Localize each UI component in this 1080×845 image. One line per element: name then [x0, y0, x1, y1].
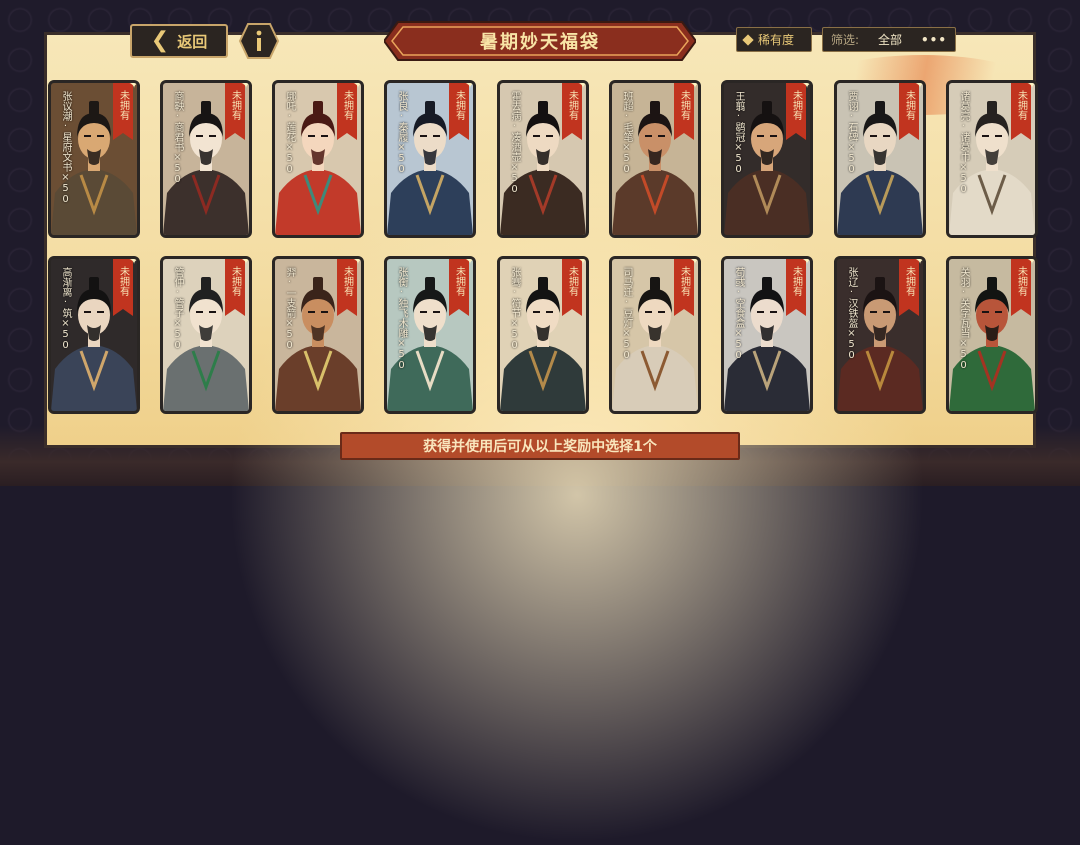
reward-card[interactable]: 张良·秦履×50 未拥有 ✦ — [384, 80, 476, 238]
reward-card[interactable]: 张衡·独飞木雕×50 未拥有 ✦ — [384, 256, 476, 414]
card-item-name: 管仲·管子×50 — [172, 267, 183, 351]
hint-text: 获得并使用后可从以上奖励中选择1个 — [423, 439, 657, 455]
reward-card[interactable]: 张骞·符节×50 未拥有 ✦ — [497, 256, 589, 414]
sparkle-icon: ✦ — [352, 80, 363, 91]
reward-card[interactable]: 司马迁·豆灯×50 未拥有 ✦ — [609, 256, 701, 414]
card-item-name: 张良·秦履×50 — [396, 91, 407, 175]
not-owned-label: 未拥有 — [566, 90, 578, 120]
not-owned-label: 未拥有 — [903, 266, 915, 296]
not-owned-label: 未拥有 — [453, 90, 465, 120]
card-item-name: 张骞·符节×50 — [509, 267, 520, 351]
not-owned-label: 未拥有 — [117, 266, 129, 296]
sparkle-icon: ✦ — [577, 80, 588, 91]
sparkle-icon: ✦ — [914, 80, 925, 91]
not-owned-label: 未拥有 — [229, 266, 241, 296]
reward-card[interactable]: 贾诩·石碑×50 未拥有 ✦ — [834, 80, 926, 238]
card-item-name: 张议潮·星府文书×50 — [60, 91, 71, 205]
reward-card[interactable]: 关羽·关字瓦当×50 未拥有 ✦ — [946, 256, 1038, 414]
sparkle-icon: ✦ — [464, 256, 475, 267]
reward-card[interactable]: 荀彧·空食盒×50 未拥有 ✦ — [721, 256, 813, 414]
sparkle-icon: ✦ — [240, 80, 251, 91]
not-owned-label: 未拥有 — [566, 266, 578, 296]
not-owned-label: 未拥有 — [453, 266, 465, 296]
card-item-name: 商鞅·商君书×50 — [172, 91, 183, 185]
reward-card[interactable]: 张议潮·星府文书×50 未拥有 ✦ — [48, 80, 140, 238]
card-grid: 张议潮·星府文书×50 未拥有 ✦ 商鞅·商君书×50 未拥有 ✦ 哪吒·莲花×50 未拥有 ✦… — [0, 0, 1080, 486]
card-item-name: 贾诩·石碑×50 — [846, 91, 857, 175]
reward-card[interactable]: 哪吒·莲花×50 未拥有 ✦ — [272, 80, 364, 238]
not-owned-label: 未拥有 — [903, 90, 915, 120]
not-owned-label: 未拥有 — [341, 266, 353, 296]
not-owned-label: 未拥有 — [341, 90, 353, 120]
sparkle-icon: ✦ — [1026, 256, 1037, 267]
not-owned-label: 未拥有 — [678, 266, 690, 296]
card-item-name: 班超·毛笔×50 — [621, 91, 632, 175]
sparkle-icon: ✦ — [240, 256, 251, 267]
card-item-name: 关羽·关字瓦当×50 — [958, 267, 969, 371]
card-item-name: 王翦·鹖冠×50 — [733, 91, 744, 175]
reward-card[interactable]: 霍去病·凑酒壶×50 未拥有 ✦ — [497, 80, 589, 238]
card-item-name: 司马迁·豆灯×50 — [621, 267, 632, 361]
reward-card[interactable]: 张辽·汉铁盔×50 未拥有 ✦ — [834, 256, 926, 414]
not-owned-label: 未拥有 — [790, 90, 802, 120]
sparkle-icon: ✦ — [128, 256, 139, 267]
card-item-name: 荀彧·空食盒×50 — [733, 267, 744, 361]
reward-card[interactable]: 班超·毛笔×50 未拥有 ✦ — [609, 80, 701, 238]
not-owned-label: 未拥有 — [790, 266, 802, 296]
card-item-name: 羿·一支箭×50 — [284, 267, 295, 351]
reward-card[interactable]: 诸葛亮·诸葛巾×50 未拥有 ✦ — [946, 80, 1038, 238]
reward-card[interactable]: 王翦·鹖冠×50 未拥有 ✦ — [721, 80, 813, 238]
not-owned-label: 未拥有 — [117, 90, 129, 120]
sparkle-icon: ✦ — [128, 80, 139, 91]
hint-bar: 获得并使用后可从以上奖励中选择1个 — [340, 432, 740, 460]
reward-card[interactable]: 商鞅·商君书×50 未拥有 ✦ — [160, 80, 252, 238]
sparkle-icon: ✦ — [689, 256, 700, 267]
not-owned-label: 未拥有 — [1015, 90, 1027, 120]
sparkle-icon: ✦ — [801, 80, 812, 91]
sparkle-icon: ✦ — [352, 256, 363, 267]
sparkle-icon: ✦ — [914, 256, 925, 267]
sparkle-icon: ✦ — [801, 256, 812, 267]
card-item-name: 张衡·独飞木雕×50 — [396, 267, 407, 371]
sparkle-icon: ✦ — [577, 256, 588, 267]
reward-card[interactable]: 管仲·管子×50 未拥有 ✦ — [160, 256, 252, 414]
card-item-name: 高渐离·筑×50 — [60, 267, 71, 351]
reward-card[interactable]: 高渐离·筑×50 未拥有 ✦ — [48, 256, 140, 414]
reward-card[interactable]: 羿·一支箭×50 未拥有 ✦ — [272, 256, 364, 414]
sparkle-icon: ✦ — [464, 80, 475, 91]
not-owned-label: 未拥有 — [229, 90, 241, 120]
card-item-name: 张辽·汉铁盔×50 — [846, 267, 857, 361]
card-item-name: 诸葛亮·诸葛巾×50 — [958, 91, 969, 195]
sparkle-icon: ✦ — [689, 80, 700, 91]
card-item-name: 霍去病·凑酒壶×50 — [509, 91, 520, 195]
card-item-name: 哪吒·莲花×50 — [284, 91, 295, 175]
not-owned-label: 未拥有 — [1015, 266, 1027, 296]
sparkle-icon: ✦ — [1026, 80, 1037, 91]
not-owned-label: 未拥有 — [678, 90, 690, 120]
